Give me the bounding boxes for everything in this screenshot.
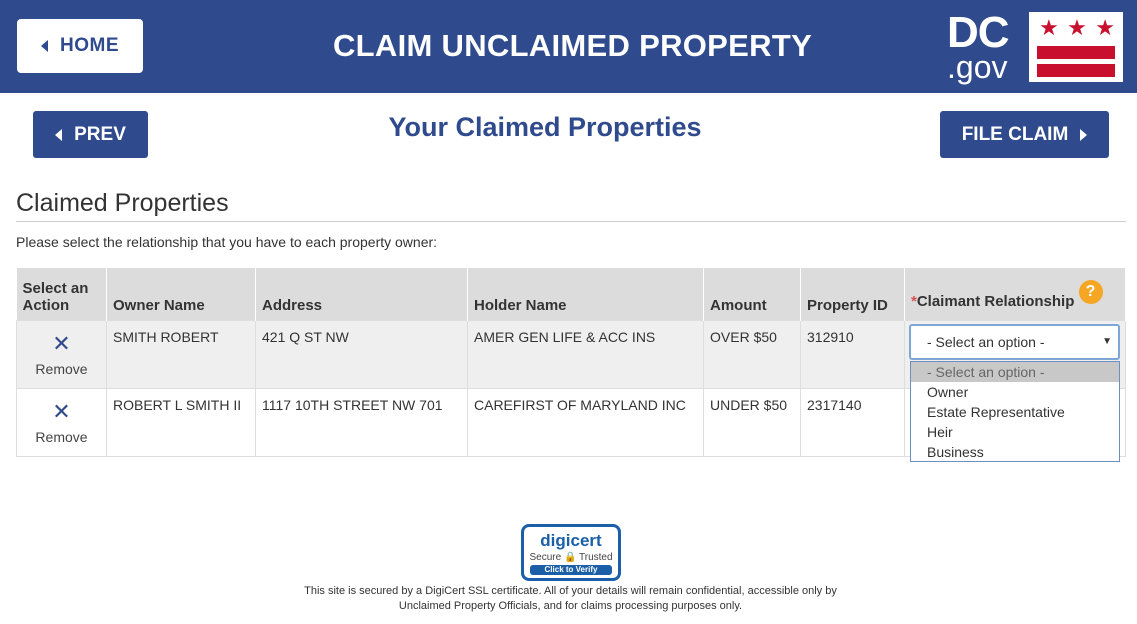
option-heir[interactable]: Heir <box>911 422 1119 442</box>
claimant-relationship-select[interactable]: - Select an option - ▼ <box>909 324 1120 360</box>
click-to-verify[interactable]: Click to Verify <box>530 565 612 575</box>
amount-cell: UNDER $50 <box>703 387 801 457</box>
relationship-header-label: Claimant Relationship <box>916 292 1075 310</box>
remove-label[interactable]: Remove <box>23 361 100 377</box>
col-header-action: Select an Action <box>16 268 107 320</box>
col-header-relationship: *Claimant Relationship ? <box>904 268 1126 320</box>
option-estate-representative[interactable]: Estate Representative <box>911 402 1119 422</box>
remove-action[interactable]: ✕ Remove <box>16 387 107 457</box>
address-cell: 421 Q ST NW <box>255 319 468 389</box>
col-header-holder: Holder Name <box>467 268 704 320</box>
dc-gov-logo[interactable]: DC .gov <box>947 8 1027 85</box>
col-header-property-id: Property ID <box>800 268 905 320</box>
secure-label: Secure <box>529 552 562 563</box>
digicert-seal[interactable]: digicert Secure 🔒 Trusted Click to Verif… <box>521 524 621 581</box>
trusted-label: Trusted <box>579 552 613 563</box>
dropdown-caret-icon: ▼ <box>1102 336 1112 347</box>
address-cell: 1117 10TH STREET NW 701 <box>255 387 468 457</box>
file-claim-label: FILE CLAIM <box>961 123 1069 145</box>
property-id-cell: 2317140 <box>800 387 905 457</box>
section-divider <box>16 221 1126 222</box>
prev-button[interactable]: PREV <box>33 111 148 158</box>
logo-dc-text: DC <box>947 8 1010 57</box>
site-header: HOME CLAIM UNCLAIMED PROPERTY DC .gov ★ ★… <box>0 0 1137 93</box>
secure-trusted-text: Secure 🔒 Trusted <box>524 552 618 563</box>
page-title: Your Claimed Properties <box>388 112 702 142</box>
instruction-text: Please select the relationship that you … <box>16 234 438 250</box>
option-owner[interactable]: Owner <box>911 382 1119 402</box>
amount-cell: OVER $50 <box>703 319 801 389</box>
remove-action[interactable]: ✕ Remove <box>16 319 107 389</box>
logo-gov-text: .gov <box>947 49 1008 85</box>
prev-button-label: PREV <box>74 123 126 145</box>
col-header-address: Address <box>255 268 468 320</box>
relationship-options-list[interactable]: - Select an option - Owner Estate Repres… <box>910 361 1120 462</box>
section-title: Claimed Properties <box>16 189 229 217</box>
home-button[interactable]: HOME <box>17 19 143 73</box>
option-business[interactable]: Business <box>911 442 1119 462</box>
col-header-amount: Amount <box>703 268 801 320</box>
col-header-owner: Owner Name <box>106 268 256 320</box>
option-select[interactable]: - Select an option - <box>911 362 1119 382</box>
owner-name-cell: ROBERT L SMITH II <box>106 387 256 457</box>
home-button-label: HOME <box>60 35 119 56</box>
file-claim-button[interactable]: FILE CLAIM <box>940 111 1109 158</box>
remove-x-icon[interactable]: ✕ <box>23 332 100 355</box>
holder-name-cell: AMER GEN LIFE & ACC INS <box>467 319 704 389</box>
remove-label[interactable]: Remove <box>23 429 100 445</box>
chevron-right-icon <box>1080 128 1088 141</box>
digicert-brand: digicert <box>540 531 602 550</box>
security-notice: This site is secured by a DigiCert SSL c… <box>304 585 837 612</box>
property-id-cell: 312910 <box>800 319 905 389</box>
help-question-icon[interactable]: ? <box>1078 279 1103 304</box>
table-header-row: Select an Action Owner Name Address Hold… <box>16 268 1126 320</box>
chevron-left-icon <box>55 128 63 141</box>
chevron-left-icon <box>41 40 48 52</box>
header-title: CLAIM UNCLAIMED PROPERTY <box>332 28 813 63</box>
holder-name-cell: CAREFIRST OF MARYLAND INC <box>467 387 704 457</box>
lock-icon: 🔒 <box>563 552 577 563</box>
owner-name-cell: SMITH ROBERT <box>106 319 256 389</box>
dc-flag-icon: ★ ★ ★ <box>1029 12 1123 82</box>
select-current-value: - Select an option - <box>927 334 1045 350</box>
remove-x-icon[interactable]: ✕ <box>23 400 100 423</box>
